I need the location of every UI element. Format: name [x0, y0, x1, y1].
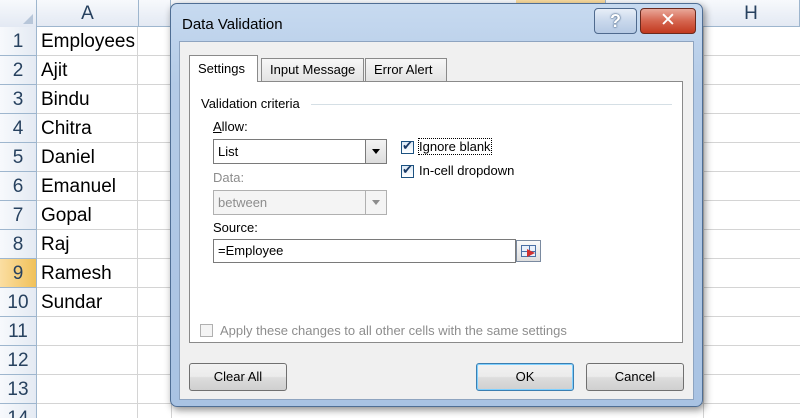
cell-a[interactable]: Daniel	[37, 143, 138, 172]
help-icon: ?	[610, 11, 621, 31]
close-icon: ✕	[660, 10, 676, 31]
cell-a[interactable]	[37, 317, 138, 346]
cell-a[interactable]: Chitra	[37, 114, 138, 143]
source-label: Source:	[213, 220, 258, 235]
cell-a[interactable]: Gopal	[37, 201, 138, 230]
apply-all-checkbox[interactable]	[200, 324, 213, 337]
help-button[interactable]: ?	[594, 8, 637, 34]
cell-a[interactable]	[37, 346, 138, 375]
cell-a[interactable]: Ajit	[37, 56, 138, 85]
clear-all-button[interactable]: Clear All	[189, 363, 287, 391]
validation-criteria-label: Validation criteria	[201, 96, 300, 111]
row-header[interactable]: 13	[0, 375, 37, 404]
tab-settings[interactable]: Settings	[189, 55, 258, 82]
gridline	[703, 27, 704, 418]
cell-a[interactable]	[37, 404, 138, 418]
cell-a[interactable]: Bindu	[37, 85, 138, 114]
dialog-body: Settings Input Message Error Alert Valid…	[179, 41, 694, 400]
tab-error-alert[interactable]: Error Alert	[365, 58, 447, 81]
group-divider	[311, 104, 672, 105]
data-label: Data:	[213, 170, 245, 185]
row-header[interactable]: 2	[0, 56, 37, 85]
settings-panel: Validation criteria Allow: List Data: be…	[189, 81, 683, 343]
cell-a[interactable]: Emanuel	[37, 172, 138, 201]
ignore-blank-label[interactable]: Ignore blank	[418, 138, 492, 155]
cell-a[interactable]: Employees	[37, 27, 138, 56]
allow-dropdown[interactable]: List	[213, 139, 387, 164]
source-value: =Employee	[218, 243, 284, 258]
row-header[interactable]: 1	[0, 27, 37, 56]
column-header-h[interactable]: H	[703, 0, 800, 27]
row-header[interactable]: 8	[0, 230, 37, 259]
cell-a[interactable]: Raj	[37, 230, 138, 259]
row-header[interactable]: 3	[0, 85, 37, 114]
data-dropdown: between	[213, 190, 387, 215]
column-header-b[interactable]	[139, 0, 171, 27]
tab-input-message[interactable]: Input Message	[261, 58, 364, 81]
row-header[interactable]: 6	[0, 172, 37, 201]
apply-all-label[interactable]: Apply these changes to all other cells w…	[220, 323, 567, 338]
chevron-down-icon[interactable]	[365, 140, 386, 163]
row-header[interactable]: 12	[0, 346, 37, 375]
row-header[interactable]: 14	[0, 404, 37, 418]
cell-a[interactable]: Sundar	[37, 288, 138, 317]
select-all-corner[interactable]	[0, 0, 37, 27]
in-cell-dropdown-checkbox[interactable]	[401, 163, 414, 178]
row-header[interactable]: 9	[0, 259, 37, 288]
range-selector-button[interactable]	[516, 240, 541, 262]
allow-value: List	[218, 144, 239, 159]
data-value: between	[218, 195, 268, 210]
column-header-a[interactable]: A	[37, 0, 139, 27]
cell-a[interactable]: Ramesh	[37, 259, 138, 288]
allow-label: Allow:	[213, 119, 248, 134]
row-header[interactable]: 5	[0, 143, 37, 172]
ok-button[interactable]: OK	[476, 363, 574, 391]
cell-a[interactable]	[37, 375, 138, 404]
data-validation-dialog: Data Validation ? ✕ Settings Input Messa…	[170, 3, 703, 407]
cancel-button[interactable]: Cancel	[586, 363, 684, 391]
in-cell-dropdown-label[interactable]: In-cell dropdown	[419, 163, 514, 178]
chevron-down-icon	[365, 191, 386, 214]
ignore-blank-checkbox[interactable]	[401, 139, 414, 154]
row-header[interactable]: 10	[0, 288, 37, 317]
close-button[interactable]: ✕	[640, 8, 696, 34]
row-header[interactable]: 11	[0, 317, 37, 346]
row-header[interactable]: 7	[0, 201, 37, 230]
dialog-title: Data Validation	[182, 16, 283, 33]
row-header[interactable]: 4	[0, 114, 37, 143]
source-input[interactable]: =Employee	[213, 239, 516, 263]
